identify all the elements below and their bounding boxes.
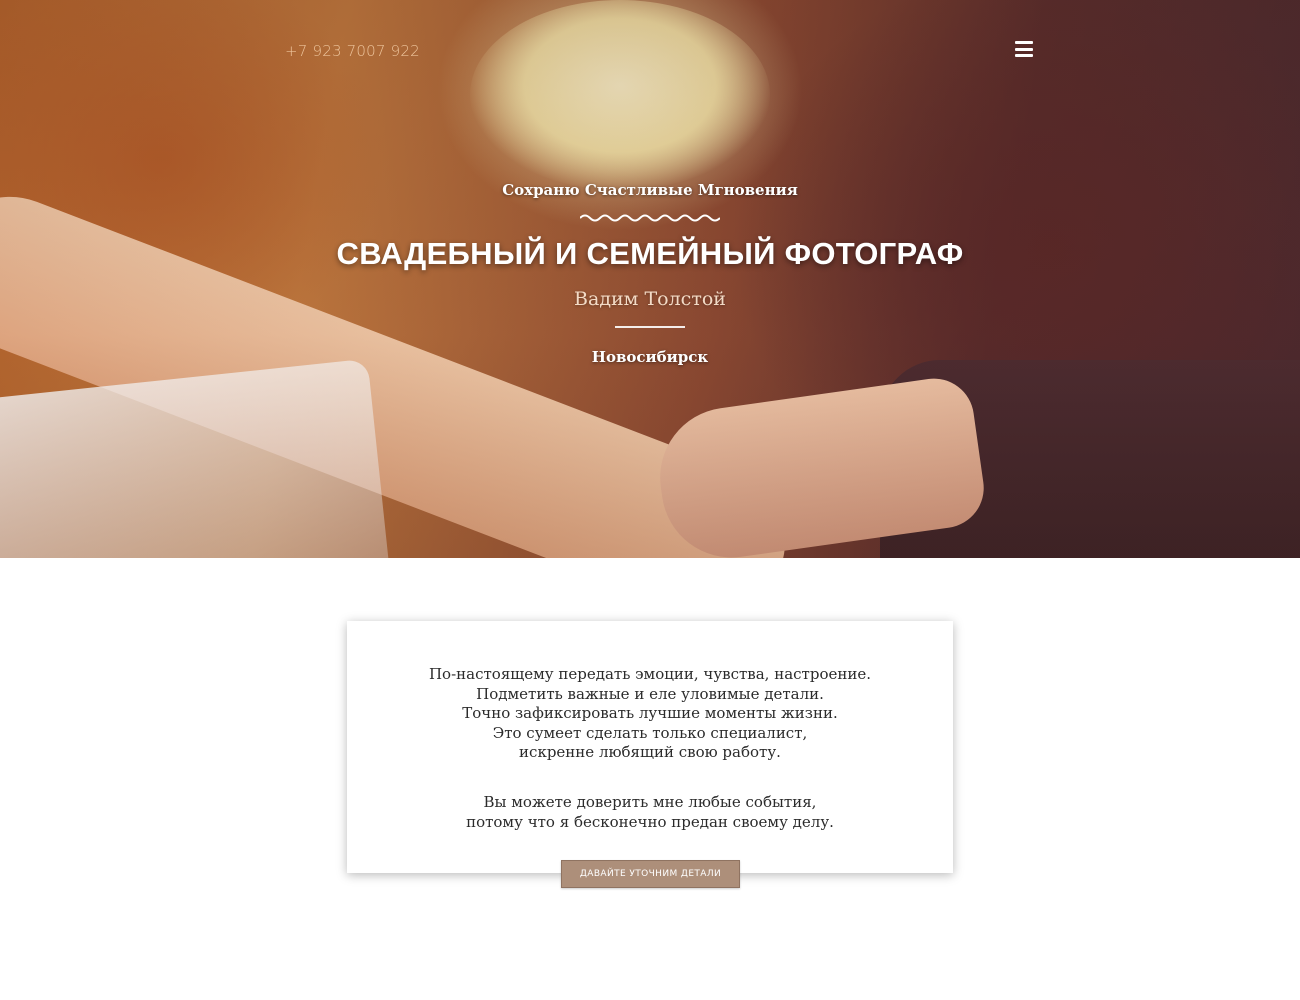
hero-section: +7 923 7007 922 Сохраню Счастливые Мгнов… (0, 0, 1300, 558)
intro-line: Подметить важные и еле уловимые детали. (476, 684, 824, 703)
intro-line: искренне любящий свою работу. (519, 743, 781, 761)
intro-line: По-настоящему передать эмоции, чувства, … (428, 665, 872, 683)
photographer-name: Вадим Толстой (574, 288, 726, 310)
hero-tagline: Сохраню Счастливые Мгновения (502, 181, 798, 199)
contact-details-button[interactable]: ДАВАЙТЕ УТОЧНИМ ДЕТАЛИ (561, 860, 740, 888)
hero-divider-line (615, 326, 685, 328)
hero-city: Новосибирск (591, 348, 709, 366)
phone-link[interactable]: +7 923 7007 922 (285, 42, 420, 60)
intro-line: Вы можете доверить мне любые события, (483, 793, 817, 811)
intro-line: Это сумеет сделать только специалист, (492, 723, 808, 742)
intro-line: потому что я бесконечно предан своему де… (466, 812, 834, 831)
intro-card: По-настоящему передать эмоции, чувства, … (347, 621, 953, 873)
intro-paragraph-1: По-настоящему передать эмоции, чувства, … (347, 665, 953, 763)
hero-overlay (0, 0, 1300, 558)
intro-paragraph-2: Вы можете доверить мне любые события, по… (347, 793, 953, 832)
intro-line: Точно зафиксировать лучшие моменты жизни… (462, 704, 838, 722)
hamburger-menu-icon[interactable] (1015, 41, 1033, 57)
wave-divider-icon (580, 214, 720, 222)
hero-title: СВАДЕБНЫЙ И СЕМЕЙНЫЙ ФОТОГРАФ (336, 236, 964, 271)
